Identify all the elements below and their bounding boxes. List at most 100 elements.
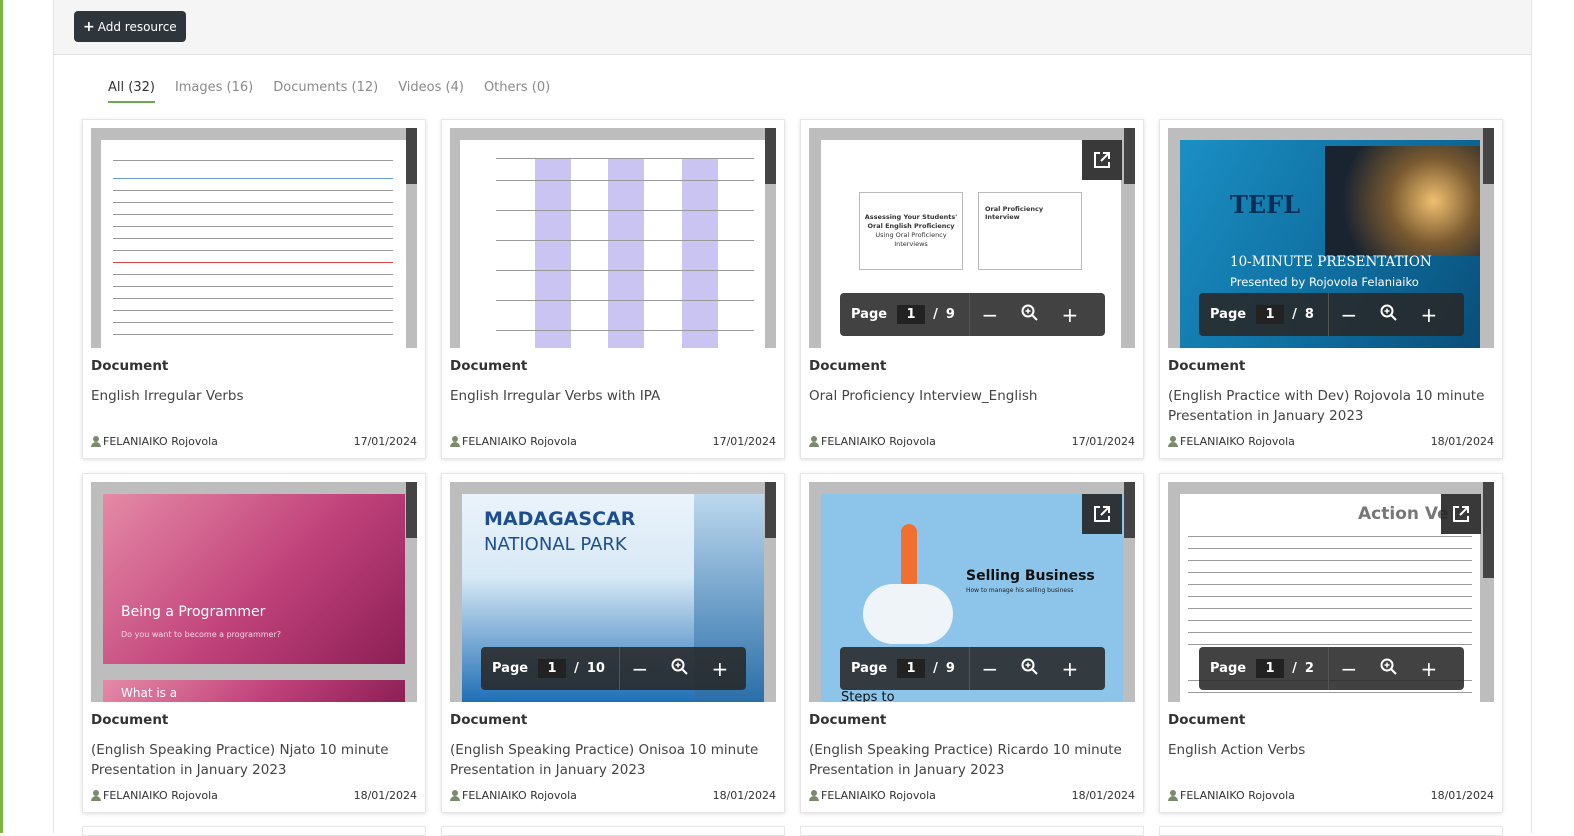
preview-scrollbar[interactable] (1483, 128, 1494, 184)
tab-others[interactable]: Others (0) (484, 80, 550, 103)
preview-scrollbar[interactable] (1124, 482, 1135, 538)
card-author: FELANIAIKO Rojovola (821, 789, 936, 802)
page-number-input[interactable]: 1 (1256, 659, 1285, 678)
open-external-icon (1094, 506, 1110, 522)
open-external-button[interactable] (1082, 140, 1122, 180)
resource-card[interactable]: Action Ve Page 1 / 2 − + Document Englis… (1159, 473, 1503, 813)
card-author: FELANIAIKO Rojovola (103, 435, 218, 448)
resource-card[interactable]: TEFL 10-MINUTE PRESENTATION Presented by… (1159, 119, 1503, 459)
open-external-button[interactable] (1441, 494, 1481, 534)
card-title[interactable]: English Irregular Verbs (91, 386, 421, 406)
card-type: Document (809, 358, 887, 374)
resources-toolbar: + Add resource (54, 0, 1531, 55)
page-total: 9 (945, 661, 955, 676)
card-author: FELANIAIKO Rojovola (462, 789, 577, 802)
card-title[interactable]: Oral Proficiency Interview_English (809, 386, 1139, 406)
resource-card[interactable]: Document English Irregular Verbs FELANIA… (82, 119, 426, 459)
card-title[interactable]: (English Speaking Practice) Ricardo 10 m… (809, 740, 1139, 780)
card-author: FELANIAIKO Rojovola (103, 789, 218, 802)
zoom-icon-button[interactable] (660, 657, 700, 681)
resource-card[interactable]: Document English Irregular Verbs with IP… (441, 119, 785, 459)
programmer-slide-next: What is a (121, 686, 178, 700)
preview-scrollbar[interactable] (765, 128, 776, 184)
zoom-icon-button[interactable] (1010, 303, 1050, 327)
open-external-icon (1453, 506, 1469, 522)
magnifier-icon (1021, 304, 1038, 321)
resource-card[interactable]: Assessing Your Students' Oral English Pr… (800, 119, 1144, 459)
card-date: 18/01/2024 (1430, 435, 1494, 448)
card-type: Document (91, 712, 169, 728)
page-number-input[interactable]: 1 (897, 305, 926, 324)
resource-type-tabs: All (32) Images (16) Documents (12) Vide… (108, 80, 550, 103)
zoom-in-button[interactable]: + (1050, 303, 1090, 327)
opi-slide-sub: Using Oral Proficiency Interviews (875, 231, 947, 248)
opi-slide-heading: Oral Proficiency Interview (985, 205, 1044, 221)
preview-scrollbar[interactable] (406, 128, 417, 184)
preview-scrollbar[interactable] (765, 482, 776, 538)
resource-card[interactable]: Selling Business How to manage his selli… (800, 473, 1144, 813)
preview-scrollbar[interactable] (406, 482, 417, 538)
resource-card-partial (82, 826, 426, 836)
zoom-out-button[interactable]: − (970, 303, 1010, 327)
resource-card-partial (800, 826, 1144, 836)
tab-videos[interactable]: Videos (4) (398, 80, 464, 103)
page-number-input[interactable]: 1 (897, 659, 926, 678)
add-resource-button[interactable]: + Add resource (74, 11, 186, 42)
preview-scrollbar[interactable] (1483, 482, 1494, 578)
zoom-out-button[interactable]: − (970, 657, 1010, 681)
open-external-button[interactable] (1082, 494, 1122, 534)
card-date: 17/01/2024 (353, 435, 417, 448)
card-author: FELANIAIKO Rojovola (821, 435, 936, 448)
zoom-icon-button[interactable] (1369, 303, 1409, 327)
zoom-out-button[interactable]: − (1329, 657, 1369, 681)
zoom-out-button[interactable]: − (620, 657, 660, 681)
open-external-icon (1094, 152, 1110, 168)
card-title[interactable]: (English Speaking Practice) Onisoa 10 mi… (450, 740, 780, 780)
zoom-out-button[interactable]: − (1329, 303, 1369, 327)
card-title[interactable]: (English Practice with Dev) Rojovola 10 … (1168, 386, 1498, 426)
page-navigator: Page 1 / 9 − + (840, 647, 1105, 690)
resource-card[interactable]: Being a Programmer Do you want to become… (82, 473, 426, 813)
tab-all[interactable]: All (32) (108, 80, 155, 103)
page-navigator: Page 1 / 2 − + (1199, 647, 1464, 690)
resource-card-partial (1159, 826, 1503, 836)
page-navigator: Page 1 / 8 − + (1199, 293, 1464, 336)
card-date: 18/01/2024 (712, 789, 776, 802)
document-preview[interactable] (450, 128, 776, 348)
left-accent-rail (0, 0, 3, 833)
opi-slide-title: Assessing Your Students' (864, 213, 958, 221)
page-label: Page (851, 661, 888, 676)
card-date: 18/01/2024 (353, 789, 417, 802)
user-icon (1168, 436, 1178, 447)
page-total: 2 (1304, 661, 1314, 676)
tab-documents[interactable]: Documents (12) (273, 80, 378, 103)
page-number-input[interactable]: 1 (538, 659, 567, 678)
madagascar-subtitle: NATIONAL PARK (484, 534, 627, 555)
document-preview[interactable]: Being a Programmer Do you want to become… (91, 482, 417, 702)
card-date: 18/01/2024 (1430, 789, 1494, 802)
page-total: 10 (586, 661, 605, 676)
card-date: 17/01/2024 (712, 435, 776, 448)
card-author: FELANIAIKO Rojovola (462, 435, 577, 448)
action-verbs-title: Action Ve (1358, 504, 1449, 524)
page-number-input[interactable]: 1 (1256, 305, 1285, 324)
zoom-icon-button[interactable] (1369, 657, 1409, 681)
card-title[interactable]: English Irregular Verbs with IPA (450, 386, 780, 406)
resource-card[interactable]: MADAGASCAR NATIONAL PARK Page 1 / 10 − +… (441, 473, 785, 813)
zoom-icon-button[interactable] (1010, 657, 1050, 681)
zoom-in-button[interactable]: + (1409, 303, 1449, 327)
programmer-slide-title: Being a Programmer (121, 604, 266, 620)
preview-scrollbar[interactable] (1124, 128, 1135, 184)
zoom-in-button[interactable]: + (1050, 657, 1090, 681)
user-icon (1168, 790, 1178, 801)
card-type: Document (809, 712, 887, 728)
tab-images[interactable]: Images (16) (175, 80, 253, 103)
document-preview[interactable] (91, 128, 417, 348)
user-icon (450, 790, 460, 801)
zoom-in-button[interactable]: + (700, 657, 740, 681)
card-type: Document (1168, 358, 1246, 374)
card-title[interactable]: English Action Verbs (1168, 740, 1498, 760)
zoom-in-button[interactable]: + (1409, 657, 1449, 681)
card-title[interactable]: (English Speaking Practice) Njato 10 min… (91, 740, 421, 780)
card-type: Document (1168, 712, 1246, 728)
